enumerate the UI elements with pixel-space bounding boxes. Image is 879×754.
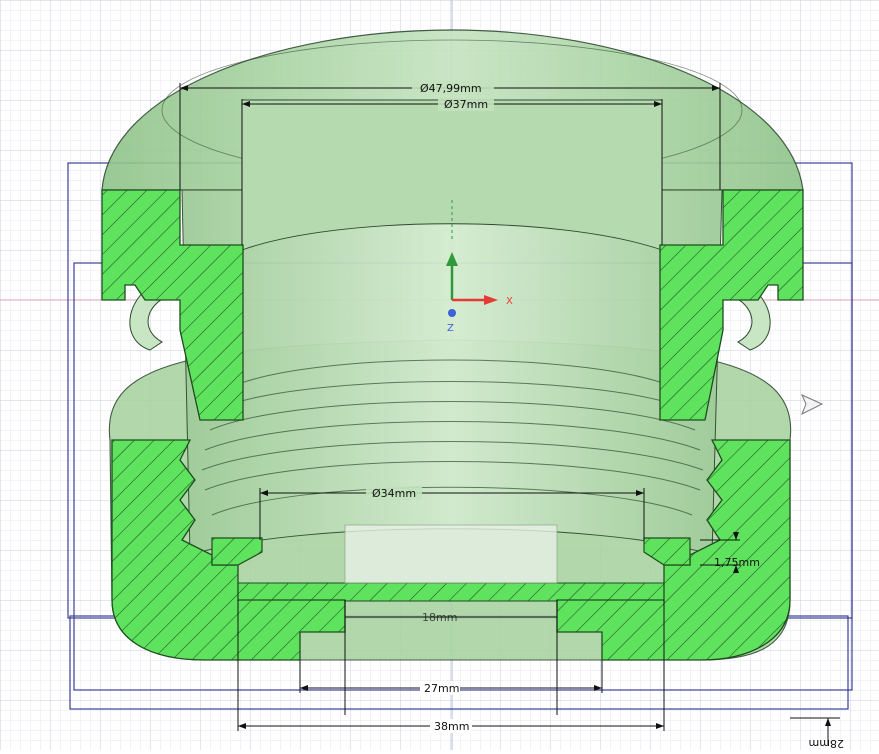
- cad-drawing: Ø47,99mm Ø37mm Ø34mm 1,75mm 18mm 27mm 38…: [0, 0, 879, 750]
- axis-x-label: X: [506, 296, 513, 307]
- axis-z-dot: [448, 309, 456, 317]
- dim-mirrored[interactable]: 28mm: [809, 737, 844, 750]
- dim-base-width[interactable]: 38mm: [434, 720, 469, 733]
- cad-viewport[interactable]: Ø47,99mm Ø37mm Ø34mm 1,75mm 18mm 27mm 38…: [0, 0, 879, 750]
- seat-plate: [237, 582, 665, 602]
- dim-inner-diameter[interactable]: Ø37mm: [444, 98, 488, 111]
- dim-hidden-width[interactable]: 18mm: [422, 611, 457, 624]
- dim-groove-width[interactable]: 27mm: [424, 682, 459, 695]
- seat-window: [344, 524, 558, 584]
- inner-bore: [181, 189, 723, 556]
- dim-outer-diameter[interactable]: Ø47,99mm: [420, 82, 482, 95]
- dim-lip-height[interactable]: 1,75mm: [714, 556, 760, 569]
- dim-seat-diameter[interactable]: Ø34mm: [372, 487, 416, 500]
- axis-z-label: Z: [447, 323, 454, 334]
